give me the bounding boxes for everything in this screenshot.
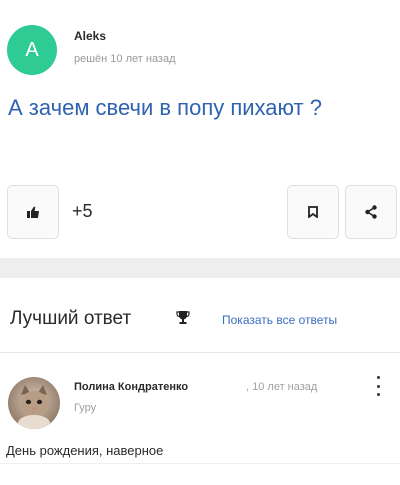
answer-author-rank: Гуру [74, 402, 97, 414]
like-button[interactable] [7, 185, 59, 239]
likes-count: +5 [72, 201, 93, 221]
kebab-menu-icon[interactable] [370, 376, 386, 396]
share-button[interactable] [345, 185, 397, 239]
question-card: A Aleks решён 10 лет назад А зачем свечи… [0, 0, 400, 258]
question-title: А зачем свечи в попу пихают ? [8, 95, 322, 120]
cat-photo-icon [8, 377, 60, 429]
show-all-answers-link[interactable]: Показать все ответы [222, 313, 337, 327]
section-divider [0, 258, 400, 278]
best-answer-title: Лучший ответ [10, 308, 132, 329]
thumbs-up-icon [27, 206, 39, 218]
bookmark-button[interactable] [287, 185, 339, 239]
author-avatar[interactable]: A [7, 25, 57, 75]
separator [0, 352, 400, 353]
avatar-letter: A [25, 38, 39, 61]
answer-author-avatar[interactable] [8, 377, 60, 429]
trophy-icon [176, 311, 190, 324]
question-meta: решён 10 лет назад [74, 53, 176, 65]
author-name[interactable]: Aleks [74, 29, 106, 43]
best-answer-header: Лучший ответ Показать все ответы [0, 278, 400, 348]
answer-author-name[interactable]: Полина Кондратенко [74, 381, 188, 393]
answer-text: День рождения, наверное [6, 443, 164, 458]
share-icon [365, 205, 377, 219]
bookmark-icon [308, 206, 318, 218]
answer-timestamp: , 10 лет назад [246, 381, 318, 393]
bottom-separator [0, 463, 400, 464]
